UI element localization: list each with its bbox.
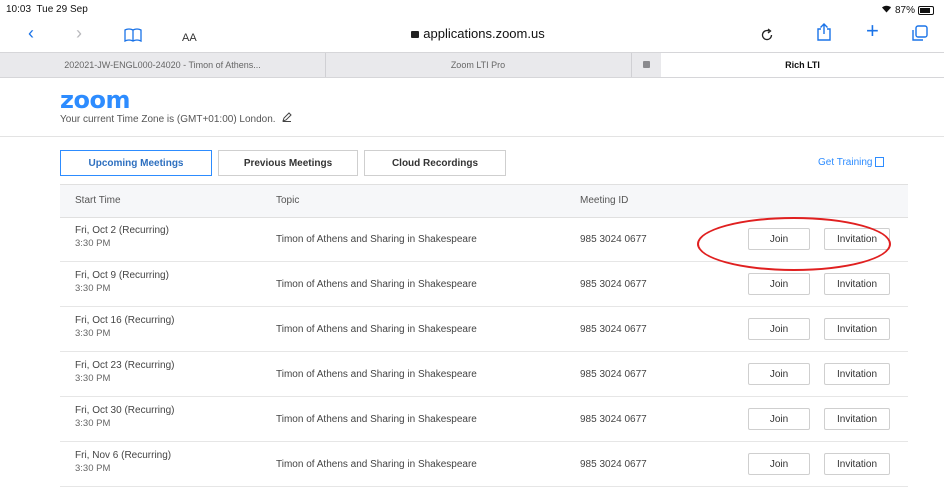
invitation-button[interactable]: Invitation <box>824 363 890 385</box>
new-tab-icon[interactable]: + <box>866 20 879 42</box>
start-time: Fri, Oct 30 (Recurring) 3:30 PM <box>75 405 174 429</box>
start-clock: 3:30 PM <box>75 283 111 294</box>
browser-tab-zoom-lti[interactable]: Zoom LTI Pro <box>325 53 632 77</box>
header-meeting-id: Meeting ID <box>580 195 629 206</box>
start-date: Fri, Oct 2 (Recurring) <box>75 225 169 236</box>
header-start-time: Start Time <box>75 195 121 206</box>
start-clock: 3:30 PM <box>75 328 111 339</box>
status-bar: 10:03 Tue 29 Sep 87% <box>0 0 944 20</box>
share-icon[interactable] <box>816 23 832 45</box>
back-icon[interactable]: ‹ <box>28 23 34 43</box>
forward-icon[interactable]: › <box>76 23 82 43</box>
meeting-id: 985 3024 0677 <box>580 369 647 380</box>
browser-tab-bar: 202021-JW-ENGL000-24020 - Timon of Athen… <box>0 52 944 78</box>
invitation-button[interactable]: Invitation <box>824 318 890 340</box>
start-date: Fri, Oct 23 (Recurring) <box>75 360 175 371</box>
start-date: Fri, Nov 6 (Recurring) <box>75 450 172 461</box>
meeting-id: 985 3024 0677 <box>580 324 647 335</box>
meeting-topic: Timon of Athens and Sharing in Shakespea… <box>276 234 477 245</box>
invitation-button[interactable]: Invitation <box>824 453 890 475</box>
browser-toolbar: ‹ › AA applications.zoom.us + <box>0 20 944 48</box>
meeting-id: 985 3024 0677 <box>580 234 647 245</box>
status-right: 87% <box>881 4 934 16</box>
address-text: applications.zoom.us <box>423 26 545 41</box>
invitation-button[interactable]: Invitation <box>824 273 890 295</box>
reload-icon[interactable] <box>760 26 774 46</box>
join-button[interactable]: Join <box>748 318 810 340</box>
tab-cloud-recordings[interactable]: Cloud Recordings <box>364 150 506 176</box>
start-clock: 3:30 PM <box>75 418 111 429</box>
table-row: Fri, Oct 23 (Recurring) 3:30 PM Timon of … <box>60 351 908 397</box>
address-bar[interactable]: applications.zoom.us <box>378 26 578 41</box>
tab-close-icon[interactable] <box>631 53 662 77</box>
table-row: Fri, Nov 6 (Recurring) 3:30 PM Timon of A… <box>60 441 908 487</box>
tab-previous-meetings[interactable]: Previous Meetings <box>218 150 358 176</box>
lock-icon <box>411 31 420 38</box>
start-time: Fri, Oct 2 (Recurring) 3:30 PM <box>75 225 169 249</box>
start-date: Fri, Oct 16 (Recurring) <box>75 315 175 326</box>
browser-tab-timon[interactable]: 202021-JW-ENGL000-24020 - Timon of Athen… <box>0 53 326 77</box>
timezone-text: Your current Time Zone is (GMT+01:00) Lo… <box>60 112 293 125</box>
meeting-topic: Timon of Athens and Sharing in Shakespea… <box>276 324 477 335</box>
table-row: Fri, Oct 16 (Recurring) 3:30 PM Timon of … <box>60 306 908 352</box>
status-time: 10:03 <box>6 4 32 15</box>
tab-upcoming-meetings[interactable]: Upcoming Meetings <box>60 150 212 176</box>
start-clock: 3:30 PM <box>75 238 111 249</box>
meeting-id: 985 3024 0677 <box>580 279 647 290</box>
status-date: Tue 29 Sep <box>36 4 88 15</box>
meeting-topic: Timon of Athens and Sharing in Shakespea… <box>276 459 477 470</box>
text-size-button[interactable]: AA <box>182 28 197 48</box>
training-doc-icon <box>875 157 885 167</box>
start-time: Fri, Oct 23 (Recurring) 3:30 PM <box>75 360 174 384</box>
join-button[interactable]: Join <box>748 408 810 430</box>
invitation-button[interactable]: Invitation <box>824 408 890 430</box>
zoom-logo: zoom <box>60 86 130 114</box>
battery-icon <box>918 5 934 15</box>
meeting-topic: Timon of Athens and Sharing in Shakespea… <box>276 369 477 380</box>
meeting-id: 985 3024 0677 <box>580 459 647 470</box>
join-button[interactable]: Join <box>748 273 810 295</box>
table-row: Fri, Oct 30 (Recurring) 3:30 PM Timon of … <box>60 396 908 442</box>
timezone-label: Your current Time Zone is (GMT+01:00) Lo… <box>60 114 276 125</box>
join-button[interactable]: Join <box>748 363 810 385</box>
start-time: Fri, Nov 6 (Recurring) 3:30 PM <box>75 450 171 474</box>
bookmarks-icon[interactable] <box>124 26 142 46</box>
get-training-link[interactable]: Get Training <box>818 157 885 168</box>
start-date: Fri, Oct 30 (Recurring) <box>75 405 175 416</box>
status-time-date: 10:03 Tue 29 Sep <box>6 4 88 15</box>
start-clock: 3:30 PM <box>75 373 111 384</box>
wifi-icon <box>881 4 892 16</box>
meeting-topic: Timon of Athens and Sharing in Shakespea… <box>276 279 477 290</box>
table-header: Start Time Topic Meeting ID <box>60 184 908 218</box>
battery-percent: 87% <box>894 4 915 16</box>
get-training-label: Get Training <box>818 157 873 168</box>
join-button[interactable]: Join <box>748 453 810 475</box>
meeting-topic: Timon of Athens and Sharing in Shakespea… <box>276 414 477 425</box>
start-time: Fri, Oct 16 (Recurring) 3:30 PM <box>75 315 174 339</box>
header-topic: Topic <box>276 195 300 206</box>
meeting-id: 985 3024 0677 <box>580 414 647 425</box>
tabs-overview-icon[interactable] <box>912 25 928 45</box>
highlight-circle <box>697 217 891 271</box>
edit-pencil-icon[interactable] <box>282 112 293 125</box>
start-date: Fri, Oct 9 (Recurring) <box>75 270 169 281</box>
start-time: Fri, Oct 9 (Recurring) 3:30 PM <box>75 270 169 294</box>
start-clock: 3:30 PM <box>75 463 111 474</box>
header-divider <box>0 136 944 137</box>
browser-tab-rich-lti[interactable]: Rich LTI <box>661 53 944 77</box>
